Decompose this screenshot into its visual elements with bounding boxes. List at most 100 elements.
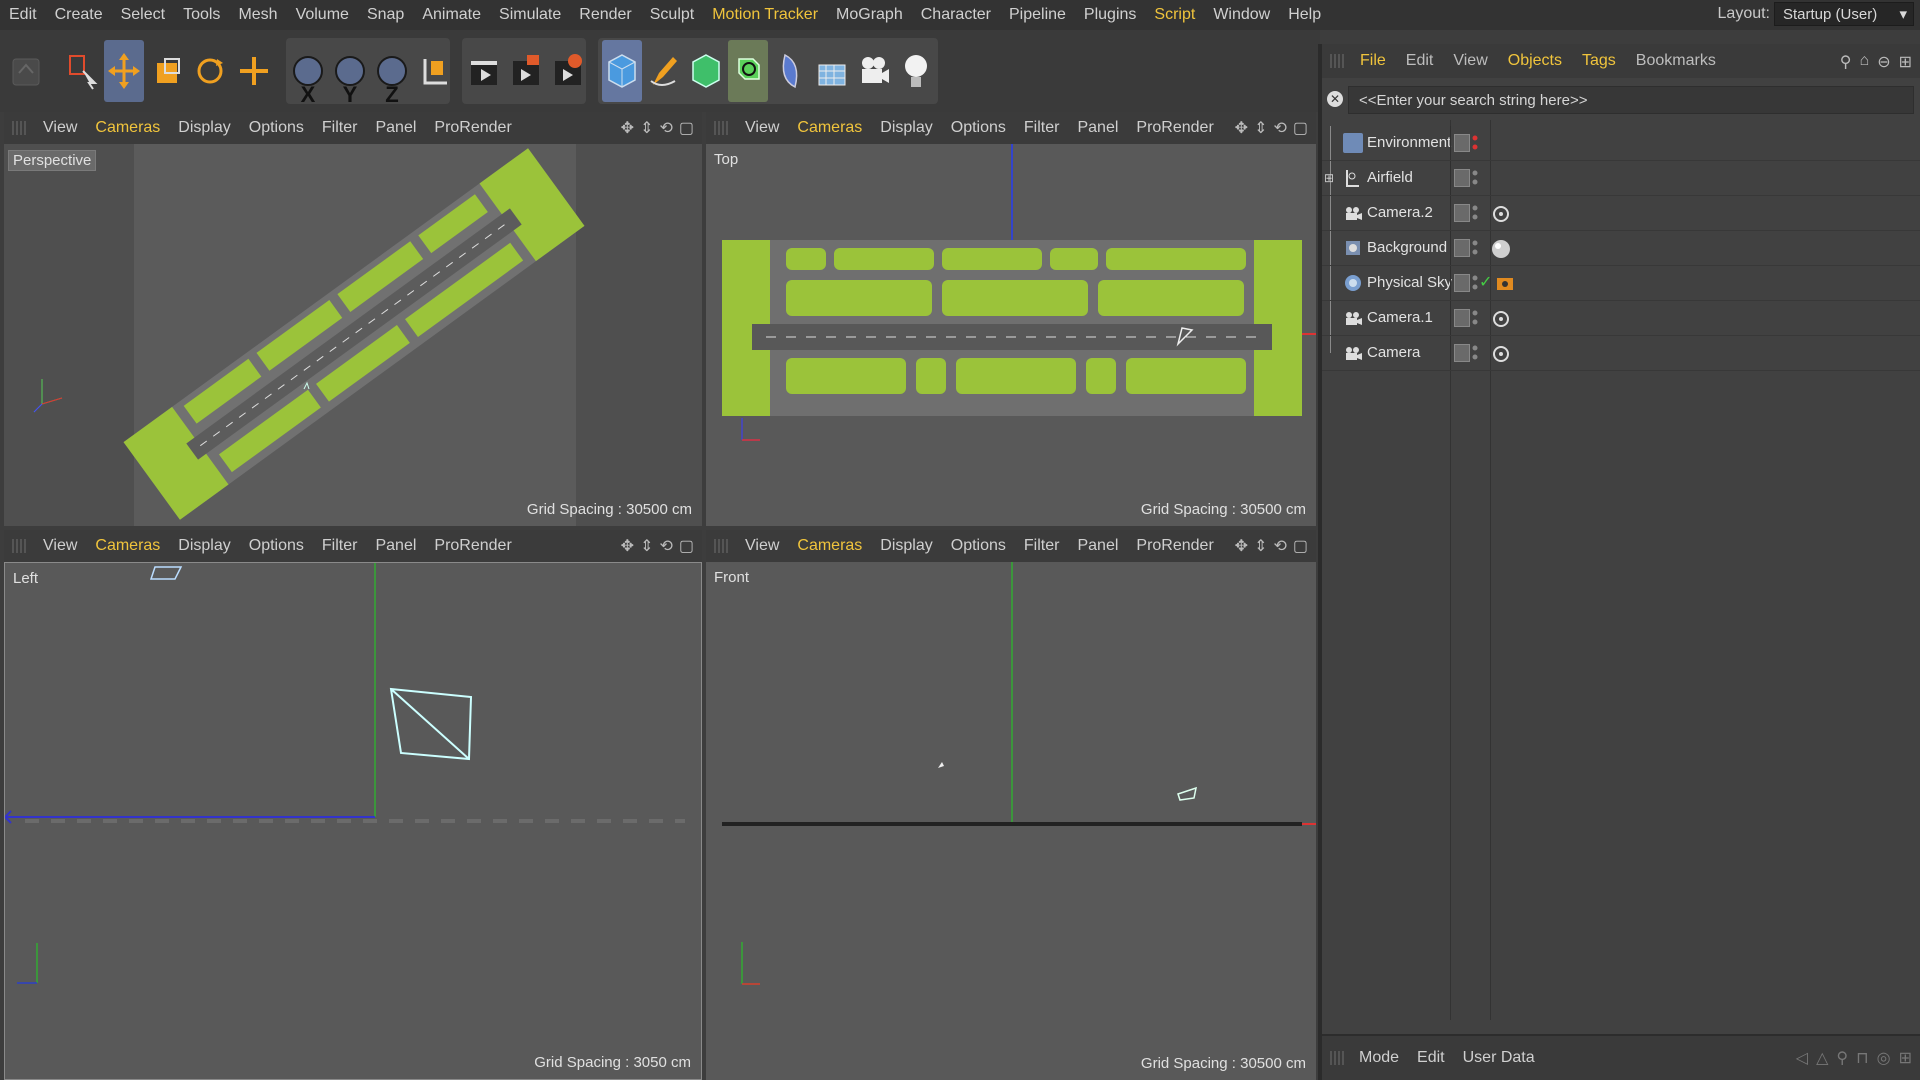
layer-icon[interactable] xyxy=(1454,274,1470,292)
render-settings-icon[interactable] xyxy=(548,40,588,102)
vp-menu-options[interactable]: Options xyxy=(942,119,1015,137)
maximize-icon[interactable]: ▢ xyxy=(679,118,694,138)
layer-icon[interactable] xyxy=(1454,344,1470,362)
zoom-icon[interactable]: ⇕ xyxy=(1254,118,1267,138)
subdivision-icon[interactable] xyxy=(686,40,726,102)
object-row-background[interactable]: Background xyxy=(1322,231,1920,266)
vp-menu-prorender[interactable]: ProRender xyxy=(1127,537,1222,555)
pen-icon[interactable] xyxy=(644,40,684,102)
vp-menu-options[interactable]: Options xyxy=(240,119,313,137)
orbit-icon[interactable]: ⟲ xyxy=(659,536,672,556)
floor-icon[interactable] xyxy=(812,40,852,102)
viewport-left[interactable]: View Cameras Display Options Filter Pane… xyxy=(4,530,702,1080)
live-select-icon[interactable] xyxy=(62,40,102,102)
vp-menu-cameras[interactable]: Cameras xyxy=(788,537,871,555)
pan-icon[interactable]: ✥ xyxy=(1235,118,1248,138)
om-menu-tags[interactable]: Tags xyxy=(1572,52,1626,70)
maximize-icon[interactable]: ▢ xyxy=(679,536,694,556)
object-row-camera[interactable]: Camera xyxy=(1322,336,1920,371)
om-menu-file[interactable]: File xyxy=(1350,52,1396,70)
vp-menu-display[interactable]: Display xyxy=(871,119,941,137)
array-icon[interactable] xyxy=(728,40,768,102)
om-menu-edit[interactable]: Edit xyxy=(1396,52,1444,70)
vp-menu-display[interactable]: Display xyxy=(871,537,941,555)
vp-menu-panel[interactable]: Panel xyxy=(1068,537,1127,555)
target-tag-icon[interactable] xyxy=(1490,203,1512,225)
new-panel-icon[interactable]: ⊞ xyxy=(1899,52,1912,72)
viewport-canvas[interactable]: Front Grid Spacing : 30500 cm xyxy=(706,562,1316,1080)
pan-icon[interactable]: ✥ xyxy=(1235,536,1248,556)
menu-render[interactable]: Render xyxy=(570,6,640,24)
deformer-icon[interactable] xyxy=(770,40,810,102)
viewport-canvas[interactable]: Left Grid Spacing : 3050 cm xyxy=(4,562,702,1080)
zoom-icon[interactable]: ⇕ xyxy=(1254,536,1267,556)
layer-icon[interactable] xyxy=(1454,204,1470,222)
visibility-dots-icon[interactable] xyxy=(1472,309,1478,327)
vp-menu-options[interactable]: Options xyxy=(942,537,1015,555)
object-row-environment[interactable]: Environment xyxy=(1322,126,1920,161)
vp-menu-panel[interactable]: Panel xyxy=(1068,119,1127,137)
visibility-dots-icon[interactable] xyxy=(1472,274,1478,292)
vp-menu-display[interactable]: Display xyxy=(169,119,239,137)
layer-icon[interactable] xyxy=(1454,309,1470,327)
object-row-camera-1[interactable]: Camera.1 xyxy=(1322,301,1920,336)
visibility-dots-icon[interactable] xyxy=(1472,134,1478,152)
vp-menu-prorender[interactable]: ProRender xyxy=(1127,119,1222,137)
maximize-icon[interactable]: ▢ xyxy=(1293,536,1308,556)
vp-menu-options[interactable]: Options xyxy=(240,537,313,555)
menu-help[interactable]: Help xyxy=(1279,6,1330,24)
vp-menu-filter[interactable]: Filter xyxy=(1015,537,1069,555)
layer-icon[interactable] xyxy=(1454,169,1470,187)
up-arrow-icon[interactable]: △ xyxy=(1816,1048,1828,1068)
vp-menu-panel[interactable]: Panel xyxy=(366,119,425,137)
menu-animate[interactable]: Animate xyxy=(413,6,490,24)
enabled-check-icon[interactable]: ✓ xyxy=(1479,272,1492,292)
zoom-icon[interactable]: ⇕ xyxy=(640,118,653,138)
render-view-icon[interactable] xyxy=(464,40,504,102)
menu-mesh[interactable]: Mesh xyxy=(229,6,286,24)
visibility-dots-icon[interactable] xyxy=(1472,239,1478,257)
pan-icon[interactable]: ✥ xyxy=(621,536,634,556)
vp-menu-view[interactable]: View xyxy=(34,119,86,137)
vp-menu-prorender[interactable]: ProRender xyxy=(425,537,520,555)
orbit-icon[interactable]: ⟲ xyxy=(1273,536,1286,556)
new-panel-icon[interactable]: ⊞ xyxy=(1899,1048,1912,1068)
light-icon[interactable] xyxy=(896,40,936,102)
menu-character[interactable]: Character xyxy=(912,6,1000,24)
cube-icon[interactable] xyxy=(602,40,642,102)
attr-menu-mode[interactable]: Mode xyxy=(1350,1049,1408,1067)
attr-menu-user-data[interactable]: User Data xyxy=(1454,1049,1544,1067)
close-search-icon[interactable]: ✕ xyxy=(1327,91,1343,107)
vp-menu-panel[interactable]: Panel xyxy=(366,537,425,555)
object-row-physical-sky[interactable]: Physical Sky ✓ xyxy=(1322,266,1920,301)
pan-icon[interactable]: ✥ xyxy=(621,118,634,138)
camera-icon[interactable] xyxy=(854,40,894,102)
vp-menu-cameras[interactable]: Cameras xyxy=(788,119,871,137)
layer-icon[interactable] xyxy=(1454,239,1470,257)
vp-menu-cameras[interactable]: Cameras xyxy=(86,119,169,137)
visibility-dots-icon[interactable] xyxy=(1472,344,1478,362)
maximize-icon[interactable]: ▢ xyxy=(1293,118,1308,138)
zoom-icon[interactable]: ⇕ xyxy=(640,536,653,556)
viewport-canvas[interactable]: Perspective Grid Spacing : 30500 cm xyxy=(4,144,702,526)
target-tag-icon[interactable] xyxy=(1490,308,1512,330)
orbit-icon[interactable]: ⟲ xyxy=(659,118,672,138)
vp-menu-filter[interactable]: Filter xyxy=(313,119,367,137)
menu-motion-tracker[interactable]: Motion Tracker xyxy=(703,6,827,24)
undo-icon[interactable] xyxy=(6,40,46,102)
visibility-dots-icon[interactable] xyxy=(1472,204,1478,222)
vp-menu-view[interactable]: View xyxy=(34,537,86,555)
sky-tag-icon[interactable] xyxy=(1494,273,1516,295)
menu-plugins[interactable]: Plugins xyxy=(1075,6,1145,24)
coordinate-system-icon[interactable] xyxy=(414,40,454,102)
menu-select[interactable]: Select xyxy=(112,6,174,24)
viewport-front[interactable]: View Cameras Display Options Filter Pane… xyxy=(706,530,1316,1080)
viewport-top[interactable]: View Cameras Display Options Filter Pane… xyxy=(706,112,1316,526)
viewport-perspective[interactable]: View Cameras Display Options Filter Pane… xyxy=(4,112,702,526)
search-icon[interactable]: ⚲ xyxy=(1840,52,1852,72)
menu-pipeline[interactable]: Pipeline xyxy=(1000,6,1075,24)
vp-menu-filter[interactable]: Filter xyxy=(313,537,367,555)
home-icon[interactable]: ⌂ xyxy=(1860,52,1870,72)
vp-menu-view[interactable]: View xyxy=(736,537,788,555)
om-menu-bookmarks[interactable]: Bookmarks xyxy=(1626,52,1726,70)
